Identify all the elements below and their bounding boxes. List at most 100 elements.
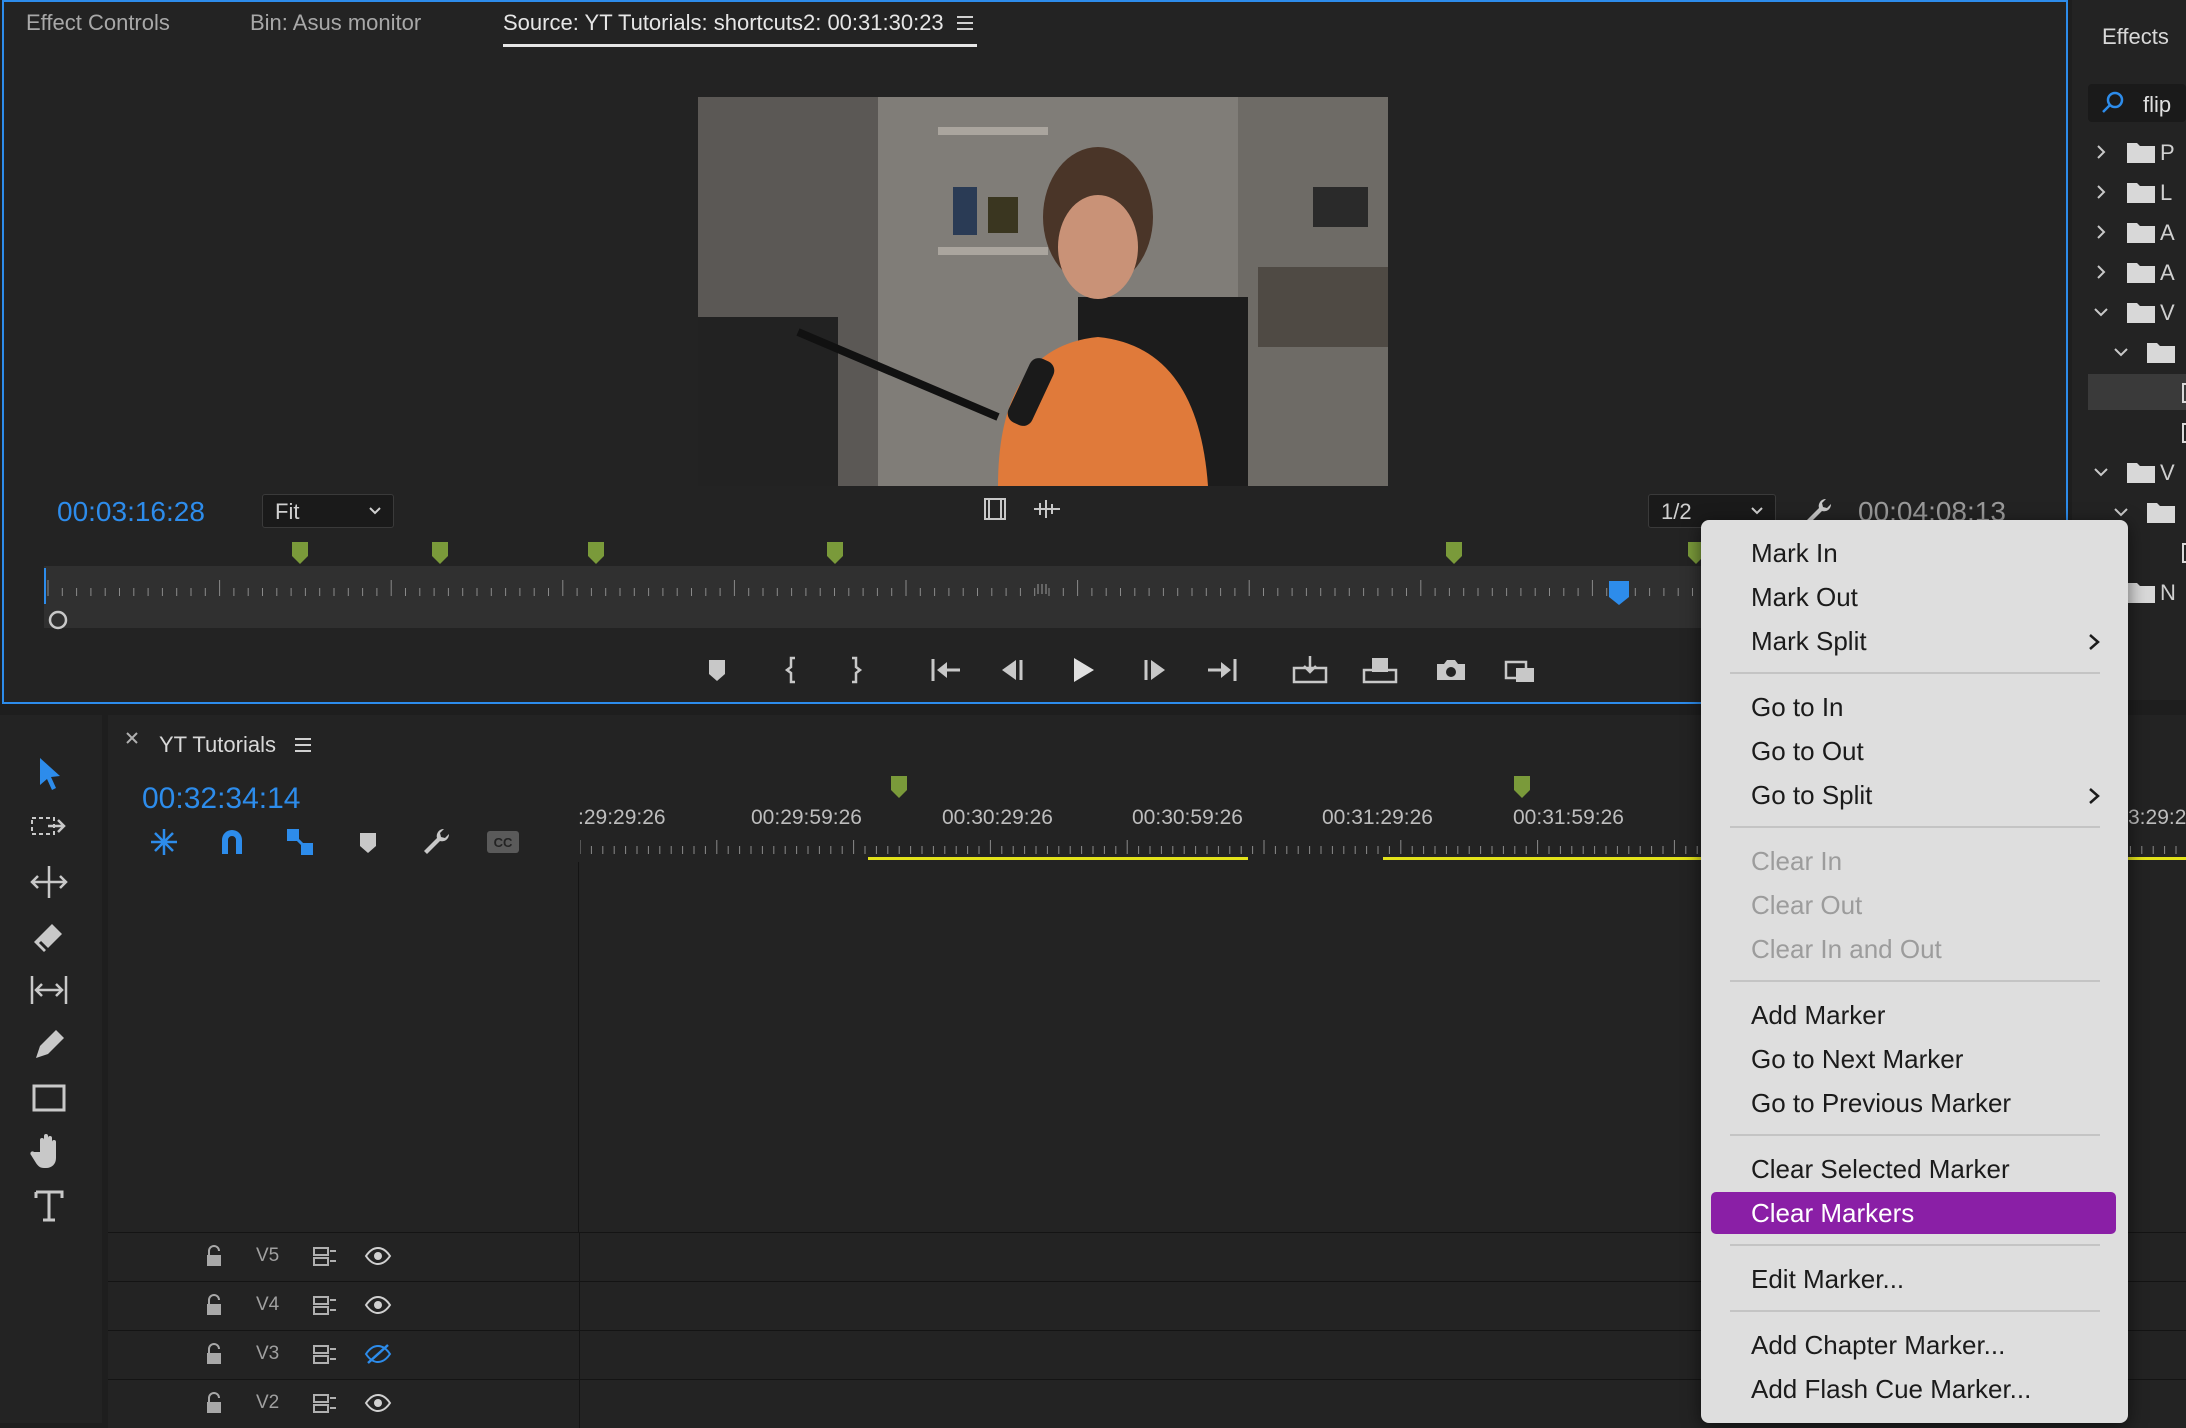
sequence-marker[interactable] — [891, 776, 907, 798]
mark-out-icon[interactable] — [836, 650, 876, 690]
menu-item-add-flash-cue-marker[interactable]: Add Flash Cue Marker... — [1711, 1368, 2116, 1410]
clip-marker[interactable] — [1446, 542, 1462, 564]
eye-icon[interactable] — [364, 1245, 392, 1267]
menu-item-go-to-in[interactable]: Go to In — [1711, 686, 2116, 728]
timeline-tab-title[interactable]: YT Tutorials — [159, 732, 276, 758]
sync-lock-icon[interactable] — [312, 1343, 338, 1365]
sync-lock-icon[interactable] — [312, 1294, 338, 1316]
chevron-right-icon[interactable] — [2092, 223, 2110, 241]
timeline-settings-wrench-icon[interactable] — [420, 826, 452, 858]
pen-tool-icon[interactable] — [26, 1022, 72, 1066]
eye-icon[interactable] — [364, 1392, 392, 1414]
chevron-down-icon[interactable] — [2092, 463, 2110, 481]
source-current-timecode[interactable]: 00:03:16:28 — [57, 496, 205, 528]
tab-effect-controls[interactable]: Effect Controls — [26, 10, 170, 36]
overwrite-icon[interactable] — [1360, 650, 1400, 690]
chevron-down-icon[interactable] — [2112, 503, 2130, 521]
video-preview[interactable] — [698, 97, 1388, 486]
lock-icon[interactable] — [204, 1392, 224, 1414]
menu-separator — [1730, 826, 2100, 828]
menu-item-edit-marker[interactable]: Edit Marker... — [1711, 1258, 2116, 1300]
go-to-in-icon[interactable] — [926, 650, 966, 690]
button-editor-icon[interactable] — [1500, 650, 1540, 690]
hand-tool-icon[interactable] — [26, 1130, 72, 1174]
in-point-handle[interactable] — [46, 608, 70, 632]
effects-panel-title[interactable]: Effects — [2102, 24, 2169, 50]
effects-tree-item[interactable] — [2088, 334, 2186, 370]
lock-icon[interactable] — [204, 1245, 224, 1267]
chevron-down-icon[interactable] — [2112, 343, 2130, 361]
step-back-icon[interactable] — [994, 650, 1034, 690]
source-playhead[interactable] — [1608, 580, 1630, 606]
lock-icon[interactable] — [204, 1343, 224, 1365]
effects-tree-item[interactable]: P — [2088, 134, 2186, 170]
sync-lock-icon[interactable] — [312, 1245, 338, 1267]
chevron-right-icon[interactable] — [2092, 183, 2110, 201]
timeline-menu-icon[interactable] — [294, 736, 312, 754]
zoom-select[interactable]: Fit — [262, 494, 394, 528]
captions-icon[interactable]: CC — [486, 830, 520, 854]
effects-tree-item[interactable]: V — [2088, 454, 2186, 490]
ripple-edit-tool-icon[interactable] — [26, 860, 72, 904]
ruler-label: 00:30:59:26 — [1132, 806, 1243, 829]
type-tool-icon[interactable] — [26, 1184, 72, 1228]
add-marker-icon[interactable] — [697, 650, 737, 690]
slip-tool-icon[interactable] — [26, 968, 72, 1012]
drag-audio-only-icon[interactable] — [1032, 498, 1062, 520]
clip-marker[interactable] — [827, 542, 843, 564]
timeline-current-timecode[interactable]: 00:32:34:14 — [142, 782, 300, 816]
menu-item-clear-markers[interactable]: Clear Markers — [1711, 1192, 2116, 1234]
menu-item-go-to-split[interactable]: Go to Split — [1711, 774, 2116, 816]
menu-item-clear-selected-marker[interactable]: Clear Selected Marker — [1711, 1148, 2116, 1190]
step-forward-icon[interactable] — [1133, 650, 1173, 690]
drag-video-only-icon[interactable] — [982, 496, 1008, 522]
tab-source[interactable]: Source: YT Tutorials: shortcuts2: 00:31:… — [503, 10, 944, 36]
tab-bin[interactable]: Bin: Asus monitor — [250, 10, 421, 36]
panel-menu-icon[interactable] — [956, 14, 974, 32]
effects-tree-item[interactable]: V — [2088, 294, 2186, 330]
menu-item-go-to-next-marker[interactable]: Go to Next Marker — [1711, 1038, 2116, 1080]
effects-search-field[interactable]: flip — [2088, 84, 2186, 122]
chevron-right-icon[interactable] — [2092, 263, 2110, 281]
play-icon[interactable] — [1063, 650, 1103, 690]
menu-item-mark-out[interactable]: Mark Out — [1711, 576, 2116, 618]
track-select-tool-icon[interactable] — [26, 806, 72, 850]
insert-icon[interactable] — [1290, 650, 1330, 690]
menu-item-mark-split[interactable]: Mark Split — [1711, 620, 2116, 662]
menu-item-go-to-previous-marker[interactable]: Go to Previous Marker — [1711, 1082, 2116, 1124]
menu-item-add-chapter-marker[interactable]: Add Chapter Marker... — [1711, 1324, 2116, 1366]
eye-icon[interactable] — [364, 1294, 392, 1316]
linked-selection-icon[interactable] — [284, 826, 316, 858]
effects-tree-item[interactable] — [2088, 374, 2186, 410]
chevron-right-icon[interactable] — [2092, 143, 2110, 161]
effects-tree-item[interactable]: A — [2088, 254, 2186, 290]
source-scrub-bar[interactable] — [44, 566, 1704, 628]
sync-lock-icon[interactable] — [312, 1392, 338, 1414]
nest-sequence-icon[interactable] — [148, 826, 180, 858]
effects-tree-item[interactable]: A — [2088, 214, 2186, 250]
menu-item-go-to-out[interactable]: Go to Out — [1711, 730, 2116, 772]
rectangle-tool-icon[interactable] — [26, 1076, 72, 1120]
mark-in-icon[interactable] — [771, 650, 811, 690]
menu-item-mark-in[interactable]: Mark In — [1711, 532, 2116, 574]
selection-tool-icon[interactable] — [26, 752, 72, 796]
razor-tool-icon[interactable] — [26, 914, 72, 958]
camera-icon[interactable] — [1431, 650, 1471, 690]
folder-icon — [2126, 300, 2156, 324]
clip-marker[interactable] — [292, 542, 308, 564]
chevron-down-icon[interactable] — [2092, 303, 2110, 321]
effects-tree-item[interactable]: L — [2088, 174, 2186, 210]
go-to-out-icon[interactable] — [1202, 650, 1242, 690]
marker-context-menu: Mark In Mark Out Mark Split Go to In Go … — [1701, 520, 2128, 1423]
lock-icon[interactable] — [204, 1294, 224, 1316]
clip-marker[interactable] — [432, 542, 448, 564]
sequence-marker[interactable] — [1514, 776, 1530, 798]
track-label: V5 — [256, 1245, 280, 1266]
add-marker-icon[interactable] — [353, 828, 383, 858]
snap-magnet-icon[interactable] — [216, 826, 248, 858]
eye-hidden-icon[interactable] — [364, 1343, 392, 1365]
effects-tree-item[interactable] — [2088, 414, 2186, 450]
menu-item-add-marker[interactable]: Add Marker — [1711, 994, 2116, 1036]
close-tab-icon[interactable] — [124, 730, 140, 746]
clip-marker[interactable] — [588, 542, 604, 564]
